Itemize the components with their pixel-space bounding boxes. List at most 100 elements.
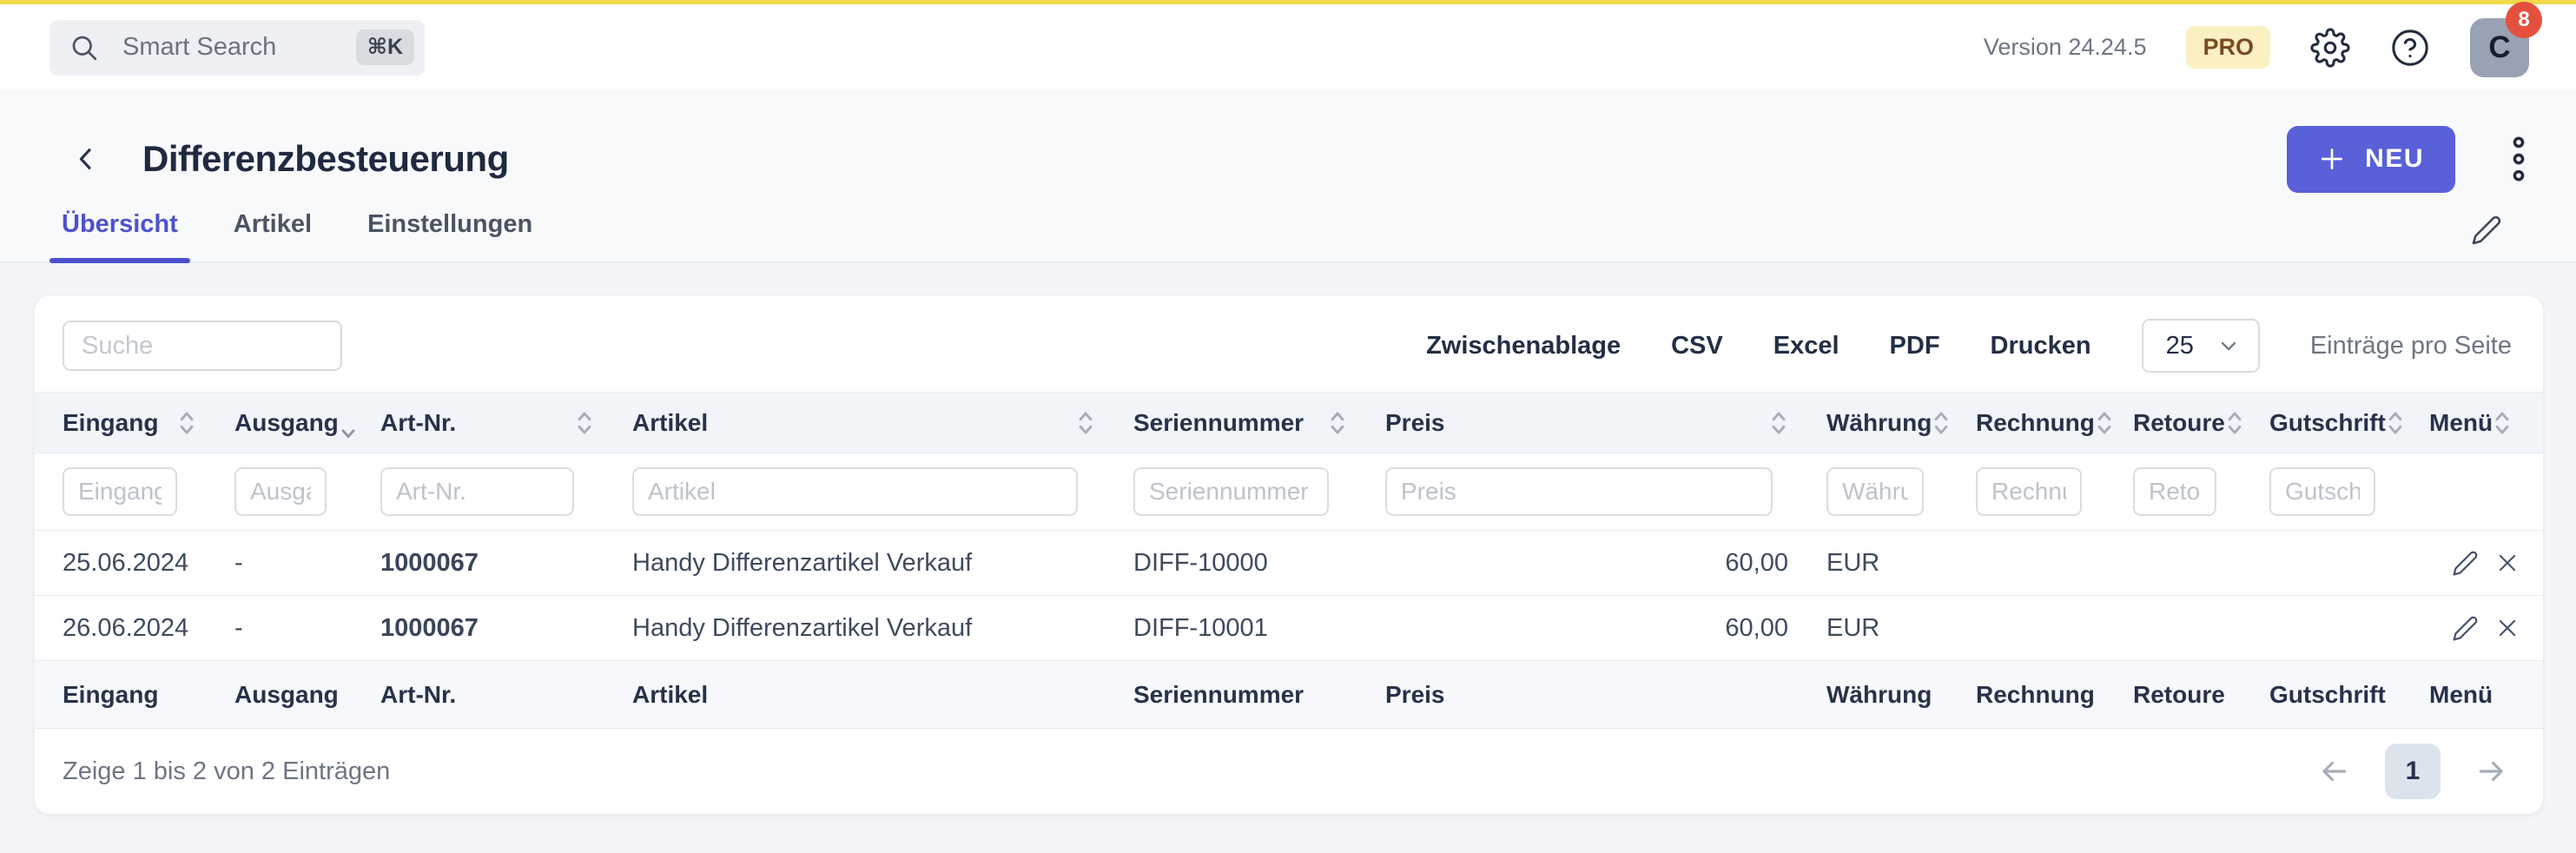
- filter-input-seriennummer[interactable]: [1133, 467, 1329, 516]
- column-header-artnr[interactable]: Art-Nr.: [380, 393, 632, 453]
- page-head: Differenzbesteuerung NEU Ü: [0, 90, 2576, 263]
- footer-column-label-artikel: Artikel: [632, 661, 1133, 729]
- cell-artnr: 1000067: [380, 596, 632, 661]
- page-size-select[interactable]: 25: [2142, 319, 2260, 373]
- column-header-menu[interactable]: Menü: [2429, 393, 2543, 453]
- settings-button[interactable]: [2310, 28, 2350, 68]
- filter-cell-seriennummer: [1133, 453, 1385, 531]
- previous-page-button[interactable]: [2317, 755, 2350, 788]
- footer-column-label-retoure: Retoure: [2133, 661, 2269, 729]
- filter-input-waehrung[interactable]: [1826, 467, 1924, 516]
- sort-icon-seriennummer[interactable]: [1328, 408, 1347, 438]
- filter-input-ausgang[interactable]: [234, 467, 327, 516]
- next-page-button[interactable]: [2475, 755, 2508, 788]
- export-pdf-button[interactable]: PDF: [1890, 332, 1940, 360]
- sort-icon-eingang[interactable]: [177, 408, 196, 438]
- data-table: EingangAusgangArt-Nr.ArtikelSeriennummer…: [35, 392, 2543, 729]
- footer-header-row: EingangAusgangArt-Nr.ArtikelSeriennummer…: [35, 661, 2543, 729]
- table-search-input[interactable]: [63, 321, 342, 371]
- cell-menu: [2429, 531, 2543, 596]
- cell-menu: [2429, 596, 2543, 661]
- edit-row-button[interactable]: [2452, 550, 2479, 577]
- close-icon: [2494, 550, 2520, 576]
- new-entry-button[interactable]: NEU: [2287, 126, 2455, 193]
- sort-icon-gutschrift[interactable]: [2386, 408, 2405, 438]
- copy-to-clipboard-button[interactable]: Zwischenablage: [1426, 332, 1621, 360]
- header-row: Eingang AusgangArt-Nr.ArtikelSeriennummer…: [35, 393, 2543, 453]
- pencil-icon: [2471, 215, 2502, 246]
- footer-column-label-rechnung: Rechnung: [1976, 661, 2133, 729]
- plus-icon: [2318, 145, 2346, 173]
- footer-column-label-gutschrift: Gutschrift: [2269, 661, 2429, 729]
- column-header-artikel[interactable]: Artikel: [632, 393, 1133, 453]
- sort-icon-artikel[interactable]: [1076, 408, 1095, 438]
- cell-waehrung: EUR: [1826, 531, 1976, 596]
- user-avatar[interactable]: C 8: [2470, 18, 2529, 77]
- page-size-value: 25: [2166, 332, 2194, 360]
- column-header-rechnung[interactable]: Rechnung: [1976, 393, 2133, 453]
- gear-icon: [2310, 28, 2350, 68]
- sort-icon-rechnung[interactable]: [2095, 408, 2114, 438]
- column-label-seriennummer: Seriennummer: [1133, 409, 1304, 437]
- footer-column-label-menu: Menü: [2429, 661, 2543, 729]
- sort-icon-retoure[interactable]: [2225, 408, 2244, 438]
- more-options-button[interactable]: [2511, 135, 2526, 183]
- filter-input-gutschrift[interactable]: [2269, 467, 2375, 516]
- cell-retoure: [2133, 531, 2269, 596]
- tab-artikel[interactable]: Artikel: [221, 205, 324, 261]
- filter-cell-artikel: [632, 453, 1133, 531]
- column-header-preis[interactable]: Preis: [1385, 393, 1826, 453]
- filter-cell-preis: [1385, 453, 1826, 531]
- smart-search-input[interactable]: Smart Search ⌘K: [50, 20, 425, 76]
- notification-badge[interactable]: 8: [2506, 2, 2542, 38]
- edit-row-button[interactable]: [2452, 615, 2479, 642]
- sort-icon-ausgang[interactable]: [339, 401, 358, 445]
- help-button[interactable]: [2390, 28, 2430, 68]
- sort-icon-artnr[interactable]: [575, 408, 594, 438]
- filter-input-preis[interactable]: [1385, 467, 1773, 516]
- cell-artikel: Handy Differenzartikel Verkauf: [632, 596, 1133, 661]
- export-csv-button[interactable]: CSV: [1671, 332, 1723, 360]
- cell-seriennummer: DIFF-10001: [1133, 596, 1385, 661]
- delete-row-button[interactable]: [2494, 615, 2520, 641]
- table-card: Zwischenablage CSV Excel PDF Drucken 25 …: [35, 296, 2543, 814]
- chevron-left-icon: [69, 142, 102, 175]
- column-header-ausgang[interactable]: Ausgang: [234, 393, 380, 453]
- column-header-eingang[interactable]: Eingang: [35, 393, 234, 453]
- sort-icon-waehrung[interactable]: [1932, 408, 1951, 438]
- export-excel-button[interactable]: Excel: [1773, 332, 1840, 360]
- sort-icon-preis[interactable]: [1769, 408, 1788, 438]
- filter-input-artikel[interactable]: [632, 467, 1078, 516]
- page-title: Differenzbesteuerung: [142, 138, 509, 180]
- filter-cell-ausgang: [234, 453, 380, 531]
- filter-cell-eingang: [35, 453, 234, 531]
- tab-bar: Übersicht Artikel Einstellungen: [50, 205, 545, 261]
- cell-ausgang: -: [234, 596, 380, 661]
- new-entry-button-label: NEU: [2365, 144, 2424, 174]
- table-row: 26.06.2024-1000067Handy Differenzartikel…: [35, 596, 2543, 661]
- back-button[interactable]: [69, 142, 102, 175]
- table-row: 25.06.2024-1000067Handy Differenzartikel…: [35, 531, 2543, 596]
- column-header-seriennummer[interactable]: Seriennummer: [1133, 393, 1385, 453]
- close-icon: [2494, 615, 2520, 641]
- edit-page-button[interactable]: [2471, 215, 2502, 246]
- column-header-waehrung[interactable]: Währung: [1826, 393, 1976, 453]
- column-label-eingang: Eingang: [63, 409, 158, 437]
- column-header-retoure[interactable]: Retoure: [2133, 393, 2269, 453]
- tab-uebersicht[interactable]: Übersicht: [50, 205, 190, 261]
- filter-input-eingang[interactable]: [63, 467, 177, 516]
- sort-icon-menu[interactable]: [2493, 408, 2512, 438]
- content-area: Zwischenablage CSV Excel PDF Drucken 25 …: [0, 263, 2576, 814]
- filter-input-retoure[interactable]: [2133, 467, 2216, 516]
- delete-row-button[interactable]: [2494, 550, 2520, 576]
- tab-einstellungen[interactable]: Einstellungen: [355, 205, 545, 261]
- column-header-gutschrift[interactable]: Gutschrift: [2269, 393, 2429, 453]
- chevron-down-icon: [2216, 334, 2241, 358]
- print-button[interactable]: Drucken: [1991, 332, 2091, 360]
- filter-input-rechnung[interactable]: [1976, 467, 2082, 516]
- filter-input-artnr[interactable]: [380, 467, 574, 516]
- filter-cell-artnr: [380, 453, 632, 531]
- page-number-button[interactable]: 1: [2385, 744, 2441, 799]
- filter-cell-retoure: [2133, 453, 2269, 531]
- arrow-right-icon: [2475, 755, 2508, 788]
